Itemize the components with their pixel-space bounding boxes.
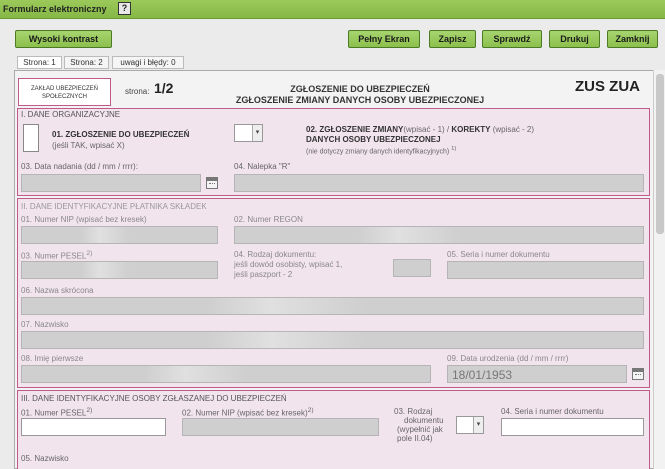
s2-short-name-input[interactable]	[21, 297, 644, 315]
s3-doc-type-select[interactable]: ▾	[456, 416, 484, 434]
s3-f01-label: 01. Numer PESEL2)	[21, 407, 93, 418]
chevron-down-icon: ▾	[473, 417, 483, 433]
s3-f04-label: 04. Seria i numer dokumentu	[501, 407, 604, 416]
tab-page-1[interactable]: Strona: 1	[17, 56, 62, 69]
print-button[interactable]: Drukuj	[549, 30, 600, 48]
help-icon[interactable]: ?	[118, 2, 131, 15]
s3-nip-input[interactable]	[182, 418, 379, 436]
s3-pesel-input[interactable]	[21, 418, 166, 436]
s3-f02-label: 02. Numer NIP (wpisać bez kresek)2)	[182, 407, 314, 418]
s3-f03-label-4: pole II.04)	[397, 434, 433, 443]
page-value: 1/2	[154, 80, 174, 96]
s2-f01-label: 01. Numer NIP (wpisać bez kresek)	[21, 215, 147, 224]
s3-doc-number-input[interactable]	[501, 418, 644, 436]
zus-logo-box: ZAKŁAD UBEZPIECZEŃ SPOŁECZNYCH	[18, 78, 111, 106]
s2-f07-label: 07. Nazwisko	[21, 320, 69, 329]
s3-f03-label-2: dokumentu	[404, 416, 444, 425]
calendar-icon[interactable]	[206, 177, 218, 189]
check-button[interactable]: Sprawdź	[482, 30, 542, 48]
zus-name-line2: SPOŁECZNYCH	[41, 94, 87, 100]
window-title: Formularz elektroniczny	[3, 4, 107, 14]
chevron-down-icon: ▾	[252, 125, 262, 141]
s1-f01-hint: (jeśli TAK, wpisać X)	[52, 141, 125, 150]
s2-pesel-input[interactable]	[21, 261, 218, 279]
f02-change-select[interactable]: ▾	[234, 124, 263, 142]
section1-title: I. DANE ORGANIZACYJNE	[21, 110, 121, 119]
s2-regon-input[interactable]	[234, 226, 644, 244]
s3-f03-label-1: 03. Rodzaj	[394, 407, 433, 416]
s2-doc-type-input[interactable]	[393, 259, 431, 277]
s1-f03-label: 03. Data nadania (dd / mm / rrrr):	[21, 162, 138, 171]
s3-f05-label: 05. Nazwisko	[21, 454, 69, 463]
s2-f09-label: 09. Data urodzenia (dd / mm / rrrr)	[447, 354, 569, 363]
section3-title: III. DANE IDENTYFIKACYJNE OSOBY ZGŁASZAN…	[21, 394, 287, 403]
s2-f04-hint-2: jeśli paszport - 2	[234, 270, 293, 279]
s2-f04-hint-1: jeśli dowód osobisty, wpisać 1,	[234, 260, 343, 269]
s1-f01-label: 01. ZGŁOSZENIE DO UBEZPIECZEŃ	[52, 130, 190, 139]
s2-f02-label: 02. Numer REGON	[234, 215, 303, 224]
form-title-1: ZGŁOSZENIE DO UBEZPIECZEŃ	[290, 84, 430, 94]
form-title-2: ZGŁOSZENIE ZMIANY DANYCH OSOBY UBEZPIECZ…	[235, 95, 485, 105]
s2-birth-date-input[interactable]: 18/01/1953	[447, 365, 627, 383]
vertical-scrollbar[interactable]	[653, 70, 665, 469]
f01-registration-checkbox[interactable]	[23, 124, 39, 152]
zus-name-line1: ZAKŁAD UBEZPIECZEŃ	[30, 86, 98, 92]
s2-nip-input[interactable]	[21, 226, 218, 244]
s2-f05-label: 05. Seria i numer dokumentu	[447, 250, 550, 259]
s1-f03-date-input[interactable]	[21, 174, 201, 192]
s1-f04-label: 04. Nalepka "R"	[234, 162, 291, 171]
calendar-icon[interactable]	[632, 368, 644, 380]
s2-f08-label: 08. Imię pierwsze	[21, 354, 84, 363]
s1-f02-line2: DANYCH OSOBY UBEZPIECZONEJ	[306, 135, 441, 144]
form-code: ZUS ZUA	[575, 78, 640, 95]
close-button[interactable]: Zamknij	[607, 30, 658, 48]
fullscreen-button[interactable]: Pełny Ekran	[348, 30, 420, 48]
s3-f03-label-3: (wypełnić jak	[397, 425, 443, 434]
s1-f04-sticker-input[interactable]	[234, 174, 644, 192]
s2-f03-label: 03. Numer PESEL2)	[21, 250, 93, 261]
title-bar: Formularz elektroniczny ?	[0, 0, 665, 19]
tab-page-2[interactable]: Strona: 2	[64, 56, 109, 69]
s2-doc-number-input[interactable]	[447, 261, 644, 279]
scrollbar-thumb[interactable]	[656, 74, 664, 234]
section2-title: II. DANE IDENTYFIKACYJNE PŁATNIKA SKŁADE…	[21, 202, 207, 211]
tab-notes-errors[interactable]: uwagi i błędy: 0	[112, 56, 184, 69]
s2-f04-label: 04. Rodzaj dokumentu:	[234, 250, 317, 259]
high-contrast-button[interactable]: Wysoki kontrast	[15, 30, 112, 48]
s2-f06-label: 06. Nazwa skrócona	[21, 286, 94, 295]
s2-first-name-input[interactable]	[21, 365, 431, 383]
page-label: strona:	[125, 87, 150, 96]
s1-f02-hint: (nie dotyczy zmiany danych identyfikacyj…	[306, 146, 457, 156]
s1-f02-label: 02. ZGŁOSZENIE ZMIANY(wpisać - 1) / KORE…	[306, 125, 535, 134]
save-button[interactable]: Zapisz	[429, 30, 476, 48]
s2-surname-input[interactable]	[21, 331, 644, 349]
